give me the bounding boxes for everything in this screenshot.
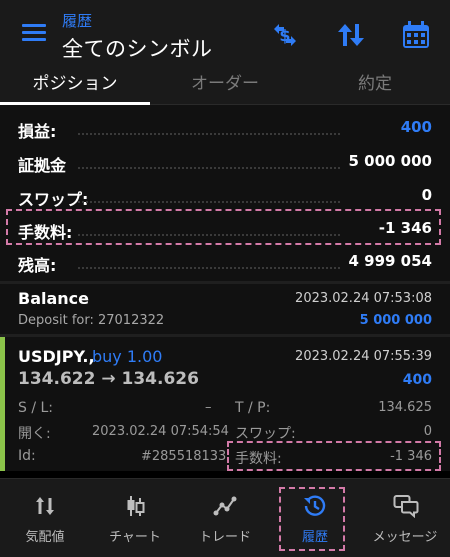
dotted-leader [78,201,340,203]
summary-panel: 損益: 400 証拠金 5 000 000 スワップ: 0 手数料: -1 34… [0,105,450,281]
summary-row-profit: 損益: 400 [0,111,450,147]
commission-label: 手数料: [18,223,73,242]
position-swap-label: スワップ: [235,426,296,442]
position-prices: 134.622 → 134.626 [18,369,199,389]
summary-row-deposit: 証拠金 5 000 000 [0,145,450,181]
sl-label: S / L: [18,400,54,416]
app-header: 履歴 全てのシンボル $ [0,0,450,66]
dotted-leader [78,167,340,169]
deal-time: 2023.02.24 07:53:08 [295,291,432,306]
quotes-icon [36,497,54,515]
position-accent-bar [0,337,5,471]
nav-chart[interactable]: チャート [90,479,180,557]
calendar-icon[interactable] [399,18,433,52]
dotted-leader [78,133,340,135]
position-time: 2023.02.24 07:55:39 [295,349,432,364]
id-label: Id: [18,448,36,464]
currency-icon[interactable]: $ [268,18,302,52]
balance-label: 残高: [18,256,57,275]
id-value: #285518133 [141,449,227,464]
nav-quotes-label: 気配値 [25,530,65,545]
swap-label: スワップ: [18,190,89,209]
tab-orders[interactable]: オーダー [150,66,300,104]
deal-amount: 5 000 000 [359,313,432,328]
header-subtitle: 履歴 [62,12,93,30]
nav-messages[interactable]: メッセージ [360,479,450,557]
profit-label: 損益: [18,122,57,141]
position-item[interactable]: USDJPY., buy 1.00 2023.02.24 07:55:39 13… [0,337,450,471]
bottom-navigation: 気配値 チャート トレード 履歴 メッセージ [0,478,450,557]
history-tabs: ポジション オーダー 約定 [0,66,450,105]
dotted-leader [78,267,340,269]
symbol-filter-title[interactable]: 全てのシンボル [62,33,213,63]
commission-value: -1 346 [378,219,432,237]
nav-chart-label: チャート [109,530,161,545]
open-label: 開く: [18,426,51,442]
position-side: buy 1.00 [92,347,163,366]
nav-history[interactable]: 履歴 [270,479,360,557]
nav-messages-label: メッセージ [372,530,438,545]
dotted-leader [78,234,340,236]
tab-positions[interactable]: ポジション [0,66,150,104]
tab-deals[interactable]: 約定 [300,66,450,104]
history-icon [304,495,326,516]
nav-trade-label: トレード [198,530,251,545]
position-profit: 400 [402,372,432,388]
summary-row-commission: 手数料: -1 346 [0,212,450,248]
deal-name: Balance [18,289,89,308]
nav-quotes[interactable]: 気配値 [0,479,90,557]
tp-value: 134.625 [378,400,432,415]
deal-comment: Deposit for: 27012322 [18,313,165,328]
balance-value: 4 999 054 [348,252,432,270]
deposit-value: 5 000 000 [348,152,432,170]
messages-icon [393,495,419,518]
position-commission-label: 手数料: [235,451,282,467]
position-commission-value: -1 346 [390,449,432,464]
deposit-label: 証拠金 [18,156,67,175]
open-value: 2023.02.24 07:54:54 [92,424,229,439]
summary-row-balance: 残高: 4 999 054 [0,245,450,281]
summary-row-swap: スワップ: 0 [0,179,450,215]
sl-value: – [205,400,212,415]
sort-icon[interactable] [334,18,368,52]
swap-value: 0 [421,186,432,204]
nav-trade[interactable]: トレード [180,479,270,557]
profit-value: 400 [400,118,432,136]
tp-label: T / P: [235,400,271,416]
trade-icon [213,496,237,516]
menu-icon[interactable] [22,24,46,42]
svg-text:$: $ [279,26,290,45]
deal-row-balance[interactable]: Balance 2023.02.24 07:53:08 Deposit for:… [0,284,450,334]
position-swap-value: 0 [423,424,432,439]
nav-history-label: 履歴 [301,530,328,545]
chart-icon [127,496,145,516]
position-symbol: USDJPY., [18,347,95,366]
